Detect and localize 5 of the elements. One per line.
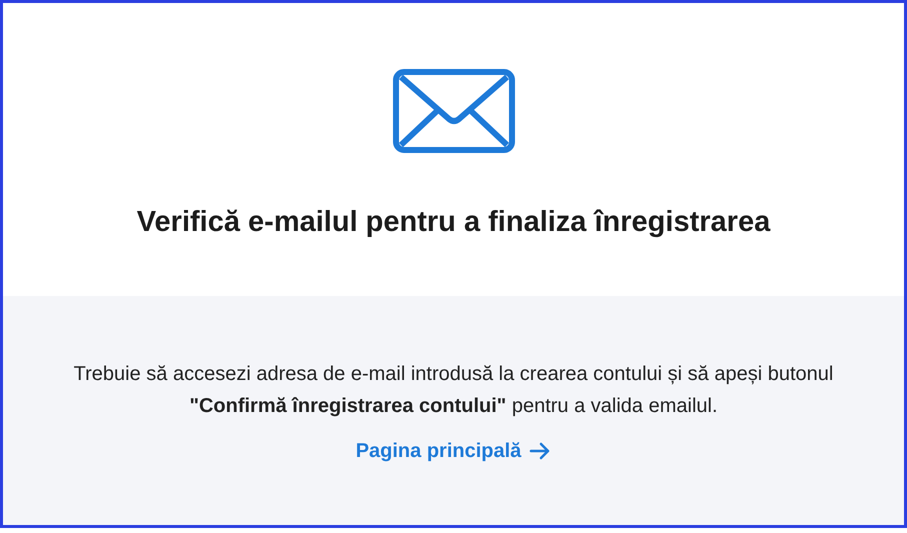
instruction-text: Trebuie să accesezi adresa de e-mail introdusă la crearea contului și să apeși butonul "Confirmă înregistrarea contului" pentru a valida emailul. xyxy=(72,362,834,419)
home-link[interactable]: Pagina principală xyxy=(356,436,552,466)
page-heading: Verifică e-mailul pentru a finaliza înregistrarea xyxy=(136,205,770,240)
arrow-right-icon xyxy=(529,442,552,460)
envelope-icon xyxy=(392,69,514,153)
